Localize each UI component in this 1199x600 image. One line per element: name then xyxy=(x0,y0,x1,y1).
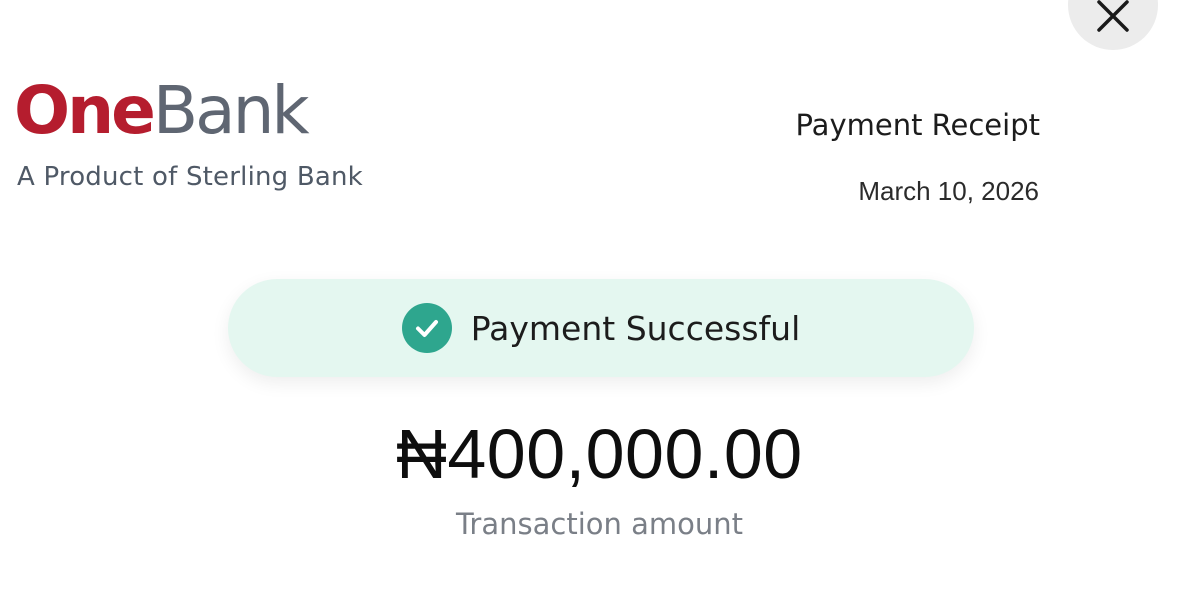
onebank-logo: OneBank xyxy=(14,78,363,144)
close-icon xyxy=(1097,0,1129,32)
brand-tagline: A Product of Sterling Bank xyxy=(17,162,363,192)
payment-status-badge: Payment Successful xyxy=(228,279,974,377)
check-circle-icon xyxy=(401,303,452,353)
receipt-date: March 10, 2026 xyxy=(858,176,1039,206)
receipt-title: Payment Receipt xyxy=(795,108,1041,142)
logo-bank-text: Bank xyxy=(152,72,310,149)
close-button[interactable] xyxy=(1068,0,1158,50)
brand-block: OneBank A Product of Sterling Bank xyxy=(14,78,363,193)
transaction-amount: ₦400,000.00 xyxy=(396,415,803,493)
logo-one-text: One xyxy=(14,72,156,149)
payment-status-text: Payment Successful xyxy=(470,308,801,348)
transaction-amount-label: Transaction amount xyxy=(455,507,743,541)
